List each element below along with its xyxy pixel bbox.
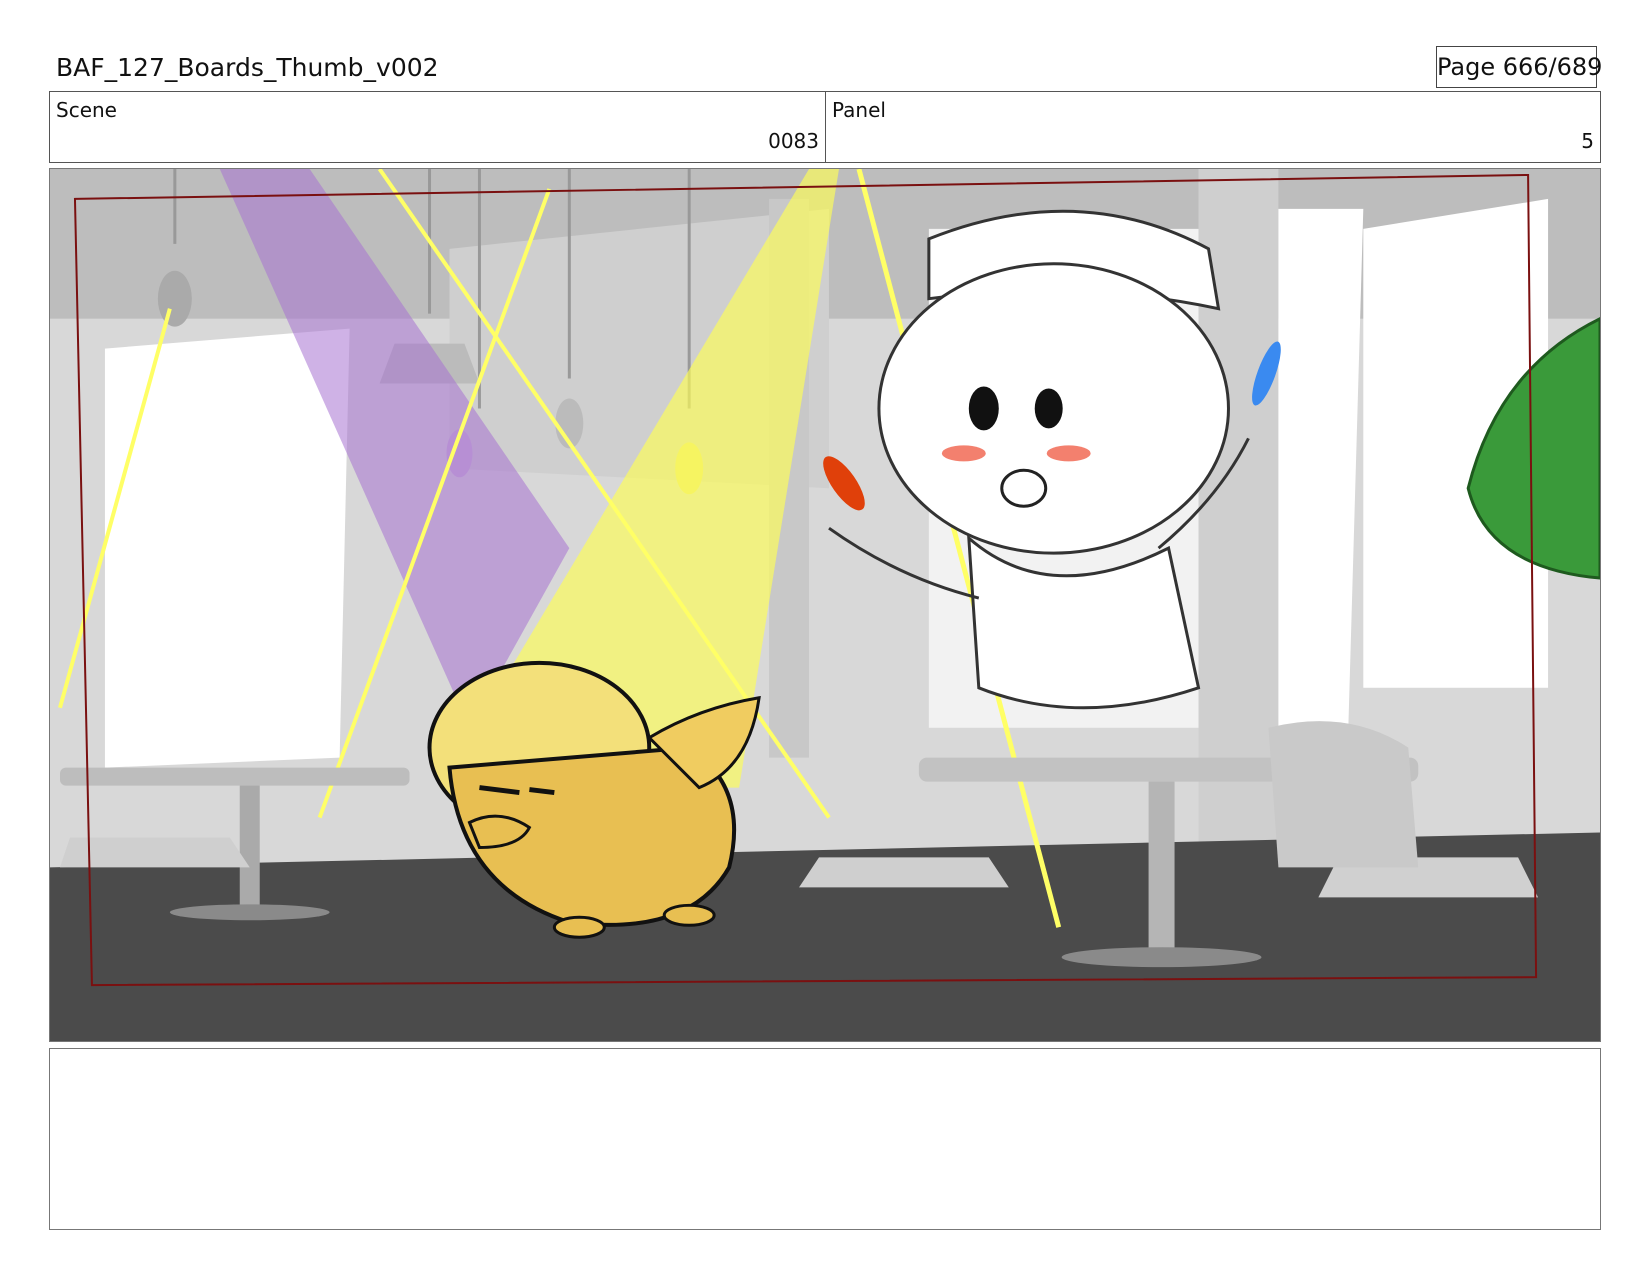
window-middle (1278, 208, 1364, 728)
storyboard-frame (49, 168, 1601, 1042)
page-number: Page 666/689 (1436, 46, 1602, 88)
hanging-lamp (157, 270, 192, 327)
scene-cell: Scene 0083 (50, 92, 826, 162)
cat-eye (1034, 388, 1063, 429)
armchair (1268, 721, 1419, 868)
cafe-table (59, 767, 410, 786)
cat-eye (968, 386, 999, 431)
panel-value: 5 (1581, 129, 1594, 153)
scene-value: 0083 (768, 129, 819, 153)
info-row: Scene 0083 Panel 5 (49, 91, 1601, 163)
panel-label: Panel (832, 98, 886, 122)
window-left (104, 328, 350, 768)
chair (799, 857, 1009, 888)
storyboard-illustration (50, 169, 1600, 1041)
notes-box (49, 1048, 1601, 1230)
document-title: BAF_127_Boards_Thumb_v002 (56, 53, 439, 82)
panel-cell: Panel 5 (826, 92, 1600, 162)
scene-label: Scene (56, 98, 117, 122)
